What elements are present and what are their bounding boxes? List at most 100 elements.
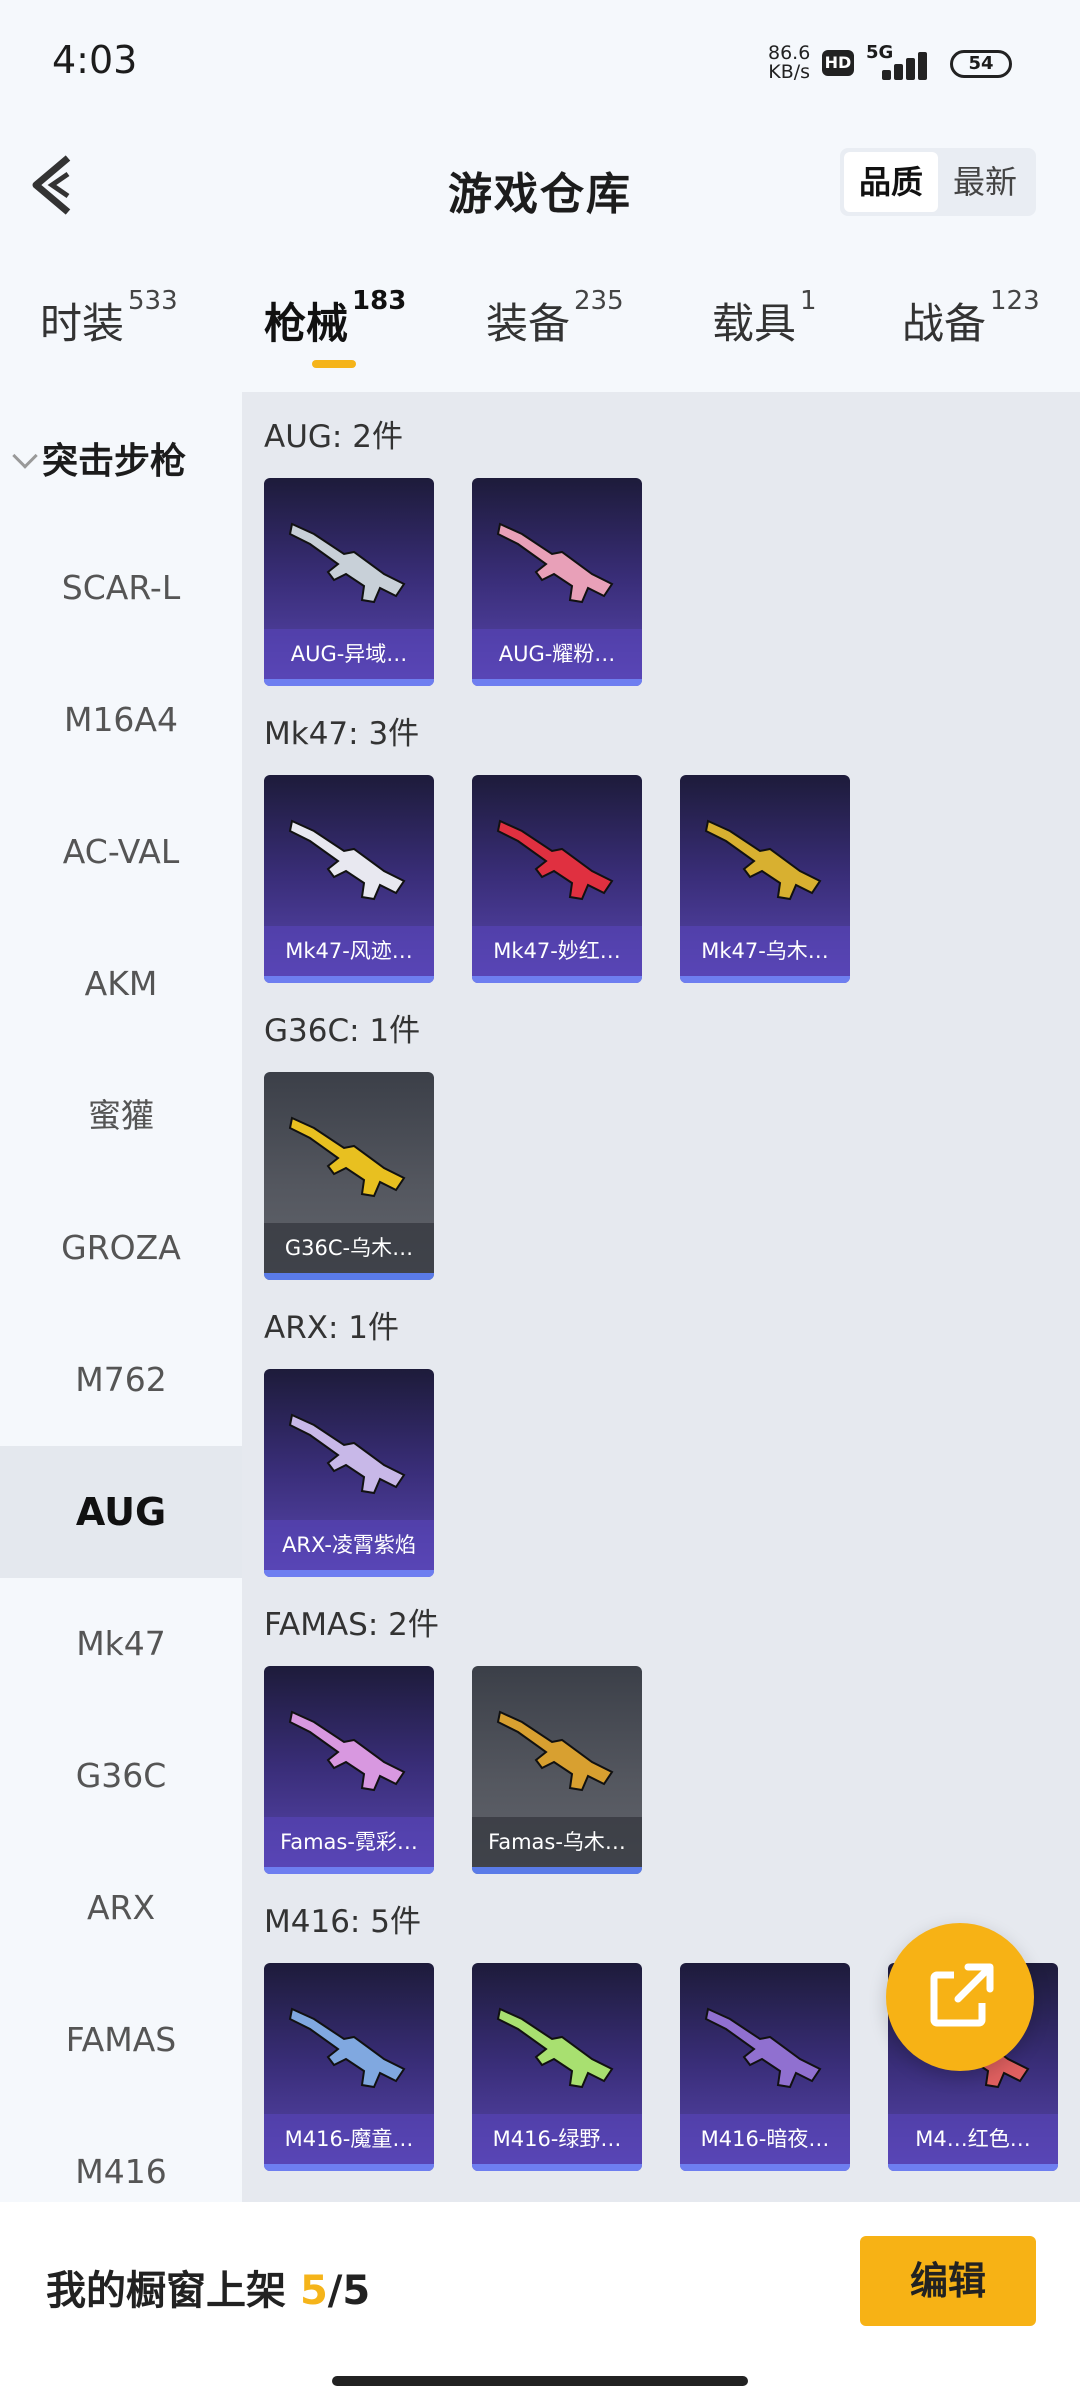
showcase-total: /5	[327, 2268, 371, 2314]
tab-label: 战备	[902, 299, 987, 348]
sidebar-item[interactable]: AC-VAL	[0, 786, 242, 918]
rifle-icon	[704, 819, 822, 901]
weapon-card[interactable]: Mk47-风迹…	[264, 775, 434, 983]
rifle-icon	[288, 522, 406, 604]
sidebar-item[interactable]: G36C	[0, 1710, 242, 1842]
signal-icon	[866, 48, 930, 80]
weapon-name: AUG-异域…	[264, 629, 434, 679]
weapon-name: M4…红色…	[888, 2114, 1058, 2164]
group-title: ARX: 1件	[264, 1310, 400, 1346]
weapon-card[interactable]: Famas-霓彩…	[264, 1666, 434, 1874]
weapon-name: AUG-耀粉…	[472, 629, 642, 679]
weapon-group: G36C: 1件 G36C-乌木…	[264, 1006, 434, 1280]
rarity-bar	[472, 679, 642, 686]
status-bar: 4:03 86.6 KB/s HD 5G 54	[0, 0, 1080, 120]
rifle-icon	[288, 1116, 406, 1198]
tab-label: 载具	[712, 299, 797, 348]
weapon-name: Mk47-风迹…	[264, 926, 434, 976]
sidebar-item[interactable]: SCAR-L	[0, 522, 242, 654]
tab-label: 枪械	[264, 299, 349, 348]
sort-quality-button[interactable]: 品质	[844, 152, 938, 212]
sidebar-item[interactable]: M762	[0, 1314, 242, 1446]
sidebar-item[interactable]: M16A4	[0, 654, 242, 786]
tab-supplies[interactable]: 战备 123	[902, 286, 1040, 351]
weapon-sidebar: 突击步枪 SCAR-L M16A4 AC-VAL AKM 蜜獾 GROZA M762 AUG M…	[0, 392, 242, 2202]
share-button[interactable]	[886, 1923, 1034, 2071]
battery-icon: 54	[950, 50, 1012, 78]
sidebar-item[interactable]: ARX	[0, 1842, 242, 1974]
group-title: G36C: 1件	[264, 1013, 421, 1049]
status-time: 4:03	[52, 38, 138, 82]
weapon-card[interactable]: AUG-耀粉…	[472, 478, 642, 686]
tab-count: 1	[800, 286, 817, 316]
weapon-card[interactable]: M416-绿野…	[472, 1963, 642, 2171]
active-tab-indicator	[312, 360, 356, 368]
rarity-bar	[264, 1570, 434, 1577]
sort-latest-button[interactable]: 最新	[938, 152, 1032, 212]
card-row: Mk47-风迹… Mk47-妙红… Mk47-乌木…	[264, 775, 850, 983]
sidebar-item[interactable]: FAMAS	[0, 1974, 242, 2106]
home-indicator[interactable]	[332, 2376, 748, 2386]
weapon-group: FAMAS: 2件 Famas-霓彩… Famas-乌木…	[264, 1600, 642, 1874]
tab-count: 123	[990, 286, 1040, 316]
weapon-card[interactable]: Famas-乌木…	[472, 1666, 642, 1874]
tab-firearms[interactable]: 枪械 183	[264, 286, 406, 351]
group-title: FAMAS: 2件	[264, 1607, 439, 1643]
category-tabs: 时装 533 枪械 183 装备 235 载具 1 战备 123	[0, 280, 1080, 380]
weapon-card[interactable]: M416-暗夜…	[680, 1963, 850, 2171]
rarity-bar	[264, 976, 434, 983]
card-row: ARX-凌霄紫焰	[264, 1369, 434, 1577]
showcase-status: 我的橱窗上架 5/5	[46, 2258, 370, 2316]
network-speed: 86.6 KB/s	[768, 44, 810, 82]
card-row: Famas-霓彩… Famas-乌木…	[264, 1666, 642, 1874]
showcase-current: 5	[299, 2268, 328, 2314]
rifle-icon	[288, 1710, 406, 1792]
sidebar-heading[interactable]: 突击步枪	[12, 432, 186, 484]
weapon-name: G36C-乌木…	[264, 1223, 434, 1273]
rarity-bar	[680, 2164, 850, 2171]
weapon-card[interactable]: ARX-凌霄紫焰	[264, 1369, 434, 1577]
group-title: Mk47: 3件	[264, 716, 420, 752]
share-icon	[930, 1963, 994, 2027]
tab-label: 装备	[486, 299, 571, 348]
weapon-name: Mk47-乌木…	[680, 926, 850, 976]
rarity-bar	[472, 1867, 642, 1874]
rarity-bar	[264, 679, 434, 686]
tab-equipment[interactable]: 装备 235	[486, 286, 624, 351]
card-row: AUG-异域… AUG-耀粉…	[264, 478, 642, 686]
sort-toggle: 品质 最新	[840, 148, 1036, 216]
sidebar-item[interactable]: AKM	[0, 918, 242, 1050]
rarity-bar	[472, 976, 642, 983]
rarity-bar	[264, 1867, 434, 1874]
weapon-card[interactable]: Mk47-妙红…	[472, 775, 642, 983]
app-header: 游戏仓库 品质 最新	[0, 130, 1080, 240]
sidebar-item[interactable]: AUG	[0, 1446, 242, 1578]
sidebar-item[interactable]: Mk47	[0, 1578, 242, 1710]
weapon-group: Mk47: 3件 Mk47-风迹… Mk47-妙红… Mk47-乌木…	[264, 709, 850, 983]
rarity-bar	[264, 2164, 434, 2171]
rifle-icon	[288, 819, 406, 901]
weapon-card[interactable]: M416-魔童…	[264, 1963, 434, 2171]
tab-count: 235	[574, 286, 624, 316]
weapon-name: Mk47-妙红…	[472, 926, 642, 976]
rifle-icon	[704, 2007, 822, 2089]
edit-button[interactable]: 编辑	[860, 2236, 1036, 2326]
showcase-label: 我的橱窗上架	[46, 2268, 286, 2314]
sidebar-item[interactable]: GROZA	[0, 1182, 242, 1314]
card-row: G36C-乌木…	[264, 1072, 434, 1280]
weapon-card[interactable]: AUG-异域…	[264, 478, 434, 686]
showcase-bar: 我的橱窗上架 5/5 编辑	[0, 2202, 1080, 2400]
weapon-card[interactable]: G36C-乌木…	[264, 1072, 434, 1280]
sidebar-item[interactable]: 蜜獾	[0, 1050, 242, 1182]
tab-label: 时装	[40, 299, 125, 348]
rifle-icon	[496, 522, 614, 604]
weapon-card[interactable]: Mk47-乌木…	[680, 775, 850, 983]
tab-fashion[interactable]: 时装 533	[40, 286, 178, 351]
weapon-name: M416-魔童…	[264, 2114, 434, 2164]
group-title: AUG: 2件	[264, 419, 403, 455]
rarity-bar	[888, 2164, 1058, 2171]
weapon-name: Famas-霓彩…	[264, 1817, 434, 1867]
tab-vehicles[interactable]: 载具 1	[712, 286, 817, 351]
weapon-group: ARX: 1件 ARX-凌霄紫焰	[264, 1303, 434, 1577]
rifle-icon	[496, 819, 614, 901]
